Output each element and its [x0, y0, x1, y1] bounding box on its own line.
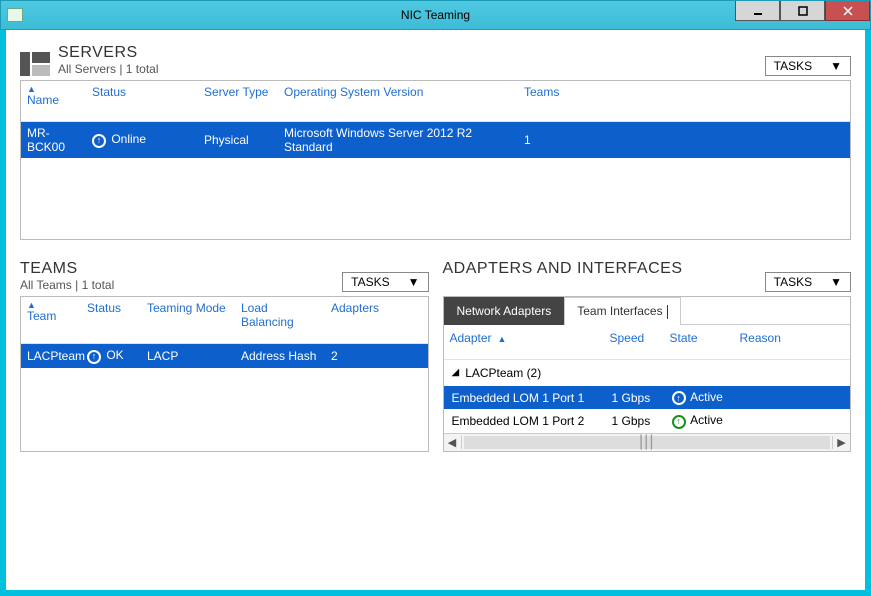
team-lb: Address Hash: [241, 349, 331, 363]
adapter-row[interactable]: Embedded LOM 1 Port 2 1 Gbps Active: [444, 409, 851, 433]
tab-network-adapters[interactable]: Network Adapters: [444, 297, 565, 325]
tasks-label: TASKS: [774, 275, 812, 289]
teams-columns: ▲Team Status Teaming Mode Load Balancing…: [21, 297, 428, 344]
adapter-name: Embedded LOM 1 Port 2: [452, 414, 612, 428]
team-adapters: 2: [331, 349, 391, 363]
chevron-down-icon: ▼: [408, 275, 420, 289]
maximize-button[interactable]: [780, 1, 825, 21]
scroll-track[interactable]: |||: [462, 434, 833, 451]
adapters-tabs: Network Adapters Team Interfaces: [444, 297, 851, 325]
server-name: MR-BCK00: [27, 126, 92, 154]
minimize-button[interactable]: [735, 1, 780, 21]
adapters-title: ADAPTERS AND INTERFACES: [443, 260, 683, 278]
tab-team-interfaces-label: Team Interfaces: [577, 304, 662, 318]
adapters-tasks-button[interactable]: TASKS ▼: [765, 272, 851, 292]
teams-panel: TEAMS All Teams | 1 total TASKS ▼ ▲Team …: [20, 260, 429, 452]
col-reason[interactable]: Reason: [740, 331, 845, 345]
scroll-left-button[interactable]: ◀: [444, 436, 462, 449]
col-mode[interactable]: Teaming Mode: [147, 301, 241, 329]
adapters-header: ADAPTERS AND INTERFACES TASKS ▼: [443, 260, 852, 292]
adapter-group-row[interactable]: ◢ LACPteam (2): [444, 360, 851, 386]
status-ok-icon: [87, 350, 101, 364]
status-online-icon: [92, 134, 106, 148]
col-teams[interactable]: Teams: [524, 85, 584, 107]
status-active-icon: [672, 415, 686, 429]
status-active-icon: [672, 391, 686, 405]
servers-subtitle: All Servers | 1 total: [58, 62, 159, 76]
servers-icon: [20, 52, 50, 76]
window-controls: [735, 1, 870, 29]
tasks-label: TASKS: [351, 275, 389, 289]
teams-subtitle: All Teams | 1 total: [20, 278, 114, 292]
client-area: SERVERS All Servers | 1 total TASKS ▼ ▲N…: [6, 30, 865, 590]
scroll-thumb[interactable]: |||: [464, 436, 831, 449]
adapter-speed: 1 Gbps: [612, 414, 672, 428]
adapter-speed: 1 Gbps: [612, 391, 672, 405]
tasks-label: TASKS: [774, 59, 812, 73]
team-row[interactable]: LACPteam OK LACP Address Hash 2: [21, 344, 428, 368]
col-adapters[interactable]: Adapters: [331, 301, 391, 329]
servers-tasks-button[interactable]: TASKS ▼: [765, 56, 851, 76]
teams-tasks-button[interactable]: TASKS ▼: [342, 272, 428, 292]
server-os: Microsoft Windows Server 2012 R2 Standar…: [284, 126, 524, 154]
servers-grid[interactable]: ▲Name Status Server Type Operating Syste…: [20, 80, 851, 240]
tab-team-interfaces[interactable]: Team Interfaces: [564, 297, 680, 325]
adapter-state-text: Active: [690, 390, 723, 404]
team-mode: LACP: [147, 349, 241, 363]
team-status: OK: [87, 348, 147, 364]
teams-grid[interactable]: ▲Team Status Teaming Mode Load Balancing…: [20, 296, 429, 452]
col-status[interactable]: Status: [87, 301, 147, 329]
expand-collapse-icon[interactable]: ◢: [452, 367, 460, 378]
col-name[interactable]: Name: [27, 93, 59, 107]
adapter-state-text: Active: [690, 413, 723, 427]
scroll-right-button[interactable]: ▶: [832, 436, 850, 449]
server-teams: 1: [524, 133, 584, 147]
adapter-row[interactable]: Embedded LOM 1 Port 1 1 Gbps Active: [444, 386, 851, 410]
col-lb[interactable]: Load Balancing: [241, 301, 331, 329]
chevron-down-icon: ▼: [830, 59, 842, 73]
sort-asc-icon: ▲: [27, 301, 79, 309]
server-row[interactable]: MR-BCK00 Online Physical Microsoft Windo…: [21, 122, 850, 158]
col-type[interactable]: Server Type: [204, 85, 284, 107]
chevron-down-icon: ▼: [830, 275, 842, 289]
sort-asc-icon: ▲: [27, 85, 84, 93]
col-state[interactable]: State: [670, 331, 740, 345]
col-adapter[interactable]: Adapter: [450, 331, 492, 345]
adapters-grid[interactable]: Network Adapters Team Interfaces Adapter…: [443, 296, 852, 452]
team-status-text: OK: [106, 348, 123, 362]
adapters-panel: ADAPTERS AND INTERFACES TASKS ▼ Network …: [443, 260, 852, 452]
horizontal-scrollbar[interactable]: ◀ ||| ▶: [444, 433, 851, 451]
servers-title: SERVERS: [58, 44, 159, 62]
adapters-columns: Adapter ▲ Speed State Reason: [444, 325, 851, 360]
server-status-text: Online: [111, 132, 146, 146]
app-icon: [7, 8, 23, 22]
col-speed[interactable]: Speed: [610, 331, 670, 345]
window-titlebar: NIC Teaming: [0, 0, 871, 30]
adapter-state: Active: [672, 413, 742, 429]
sort-asc-icon: ▲: [498, 334, 507, 344]
text-cursor: [667, 305, 668, 319]
col-status[interactable]: Status: [92, 85, 204, 107]
col-team[interactable]: Team: [27, 309, 56, 323]
teams-header: TEAMS All Teams | 1 total TASKS ▼: [20, 260, 429, 292]
adapter-group-label: LACPteam (2): [465, 366, 541, 380]
server-type: Physical: [204, 133, 284, 147]
adapter-state: Active: [672, 390, 742, 406]
close-button[interactable]: [825, 1, 870, 21]
teams-title: TEAMS: [20, 260, 114, 278]
team-name: LACPteam: [27, 349, 87, 363]
servers-columns: ▲Name Status Server Type Operating Syste…: [21, 81, 850, 122]
col-os[interactable]: Operating System Version: [284, 85, 524, 107]
server-status: Online: [92, 132, 204, 148]
adapter-name: Embedded LOM 1 Port 1: [452, 391, 612, 405]
servers-header: SERVERS All Servers | 1 total TASKS ▼: [20, 44, 851, 76]
